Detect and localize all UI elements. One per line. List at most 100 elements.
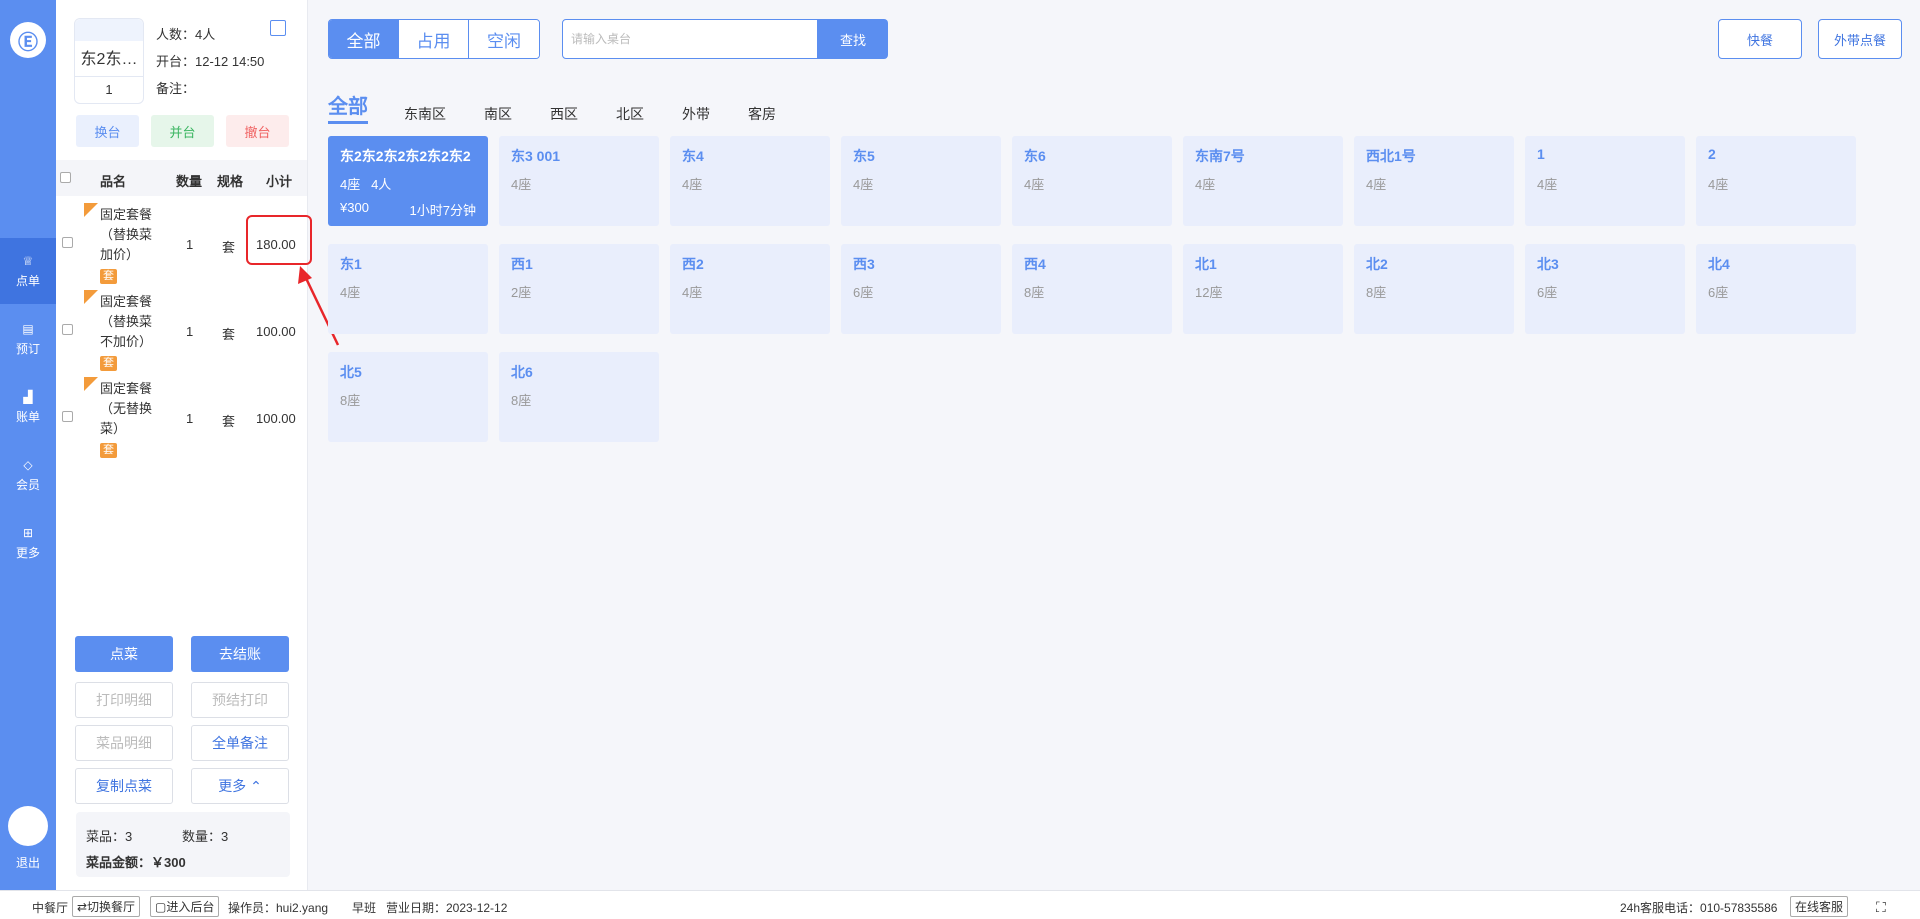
table-seats: 8座: [1024, 285, 1045, 300]
search-button[interactable]: 查找: [818, 19, 888, 59]
table-card[interactable]: 北6 8座: [499, 352, 659, 442]
fast-food-button[interactable]: 快餐: [1718, 19, 1802, 59]
table-card[interactable]: 东6 4座: [1012, 136, 1172, 226]
nav-item-more[interactable]: ⊞ 更多: [0, 510, 56, 576]
operator-info: 操作员：hui2.yang: [228, 901, 329, 915]
table-seats: 4座: [853, 177, 874, 192]
switch-restaurant-button[interactable]: ⇄切换餐厅: [72, 896, 141, 917]
table-card[interactable]: 东5 4座: [841, 136, 1001, 226]
change-table-button[interactable]: 换台: [76, 115, 139, 147]
chef-icon: ♕: [22, 253, 34, 268]
nav-item-order[interactable]: ♕ 点单: [0, 238, 56, 304]
edit-icon[interactable]: [270, 20, 286, 36]
table-card[interactable]: 东1 4座: [328, 244, 488, 334]
people-info: 人数：4人: [156, 27, 216, 42]
search-input[interactable]: 请输入桌台: [562, 19, 818, 59]
table-card[interactable]: 西北1号 4座: [1354, 136, 1514, 226]
book-icon: ▤: [22, 321, 34, 336]
table-card[interactable]: 1 4座: [1525, 136, 1685, 226]
nav-item-reserve[interactable]: ▤ 预订: [0, 306, 56, 372]
nav-label: 账单: [15, 409, 40, 424]
dish-detail-button[interactable]: 菜品明细: [75, 725, 173, 761]
fullscreen-icon[interactable]: ⛶: [1876, 899, 1886, 916]
zone-tab-north[interactable]: 北区: [616, 104, 644, 124]
table-name: 西3: [853, 256, 875, 272]
zone-tab-southeast[interactable]: 东南区: [404, 104, 446, 124]
table-card[interactable]: 西2 4座: [670, 244, 830, 334]
merge-table-button[interactable]: 并台: [151, 115, 214, 147]
dish-amount: 菜品金额：￥300: [86, 855, 186, 870]
package-corner-icon: [84, 203, 98, 217]
order-item-row[interactable]: 固定套餐（替换菜不加价）套 1 套 100.00: [56, 286, 307, 372]
online-service-button[interactable]: 在线客服: [1790, 896, 1849, 917]
table-card[interactable]: 东南7号 4座: [1183, 136, 1343, 226]
table-seats: 4座: [511, 177, 532, 192]
select-all-checkbox[interactable]: [60, 172, 71, 183]
checkout-button[interactable]: 去结账: [191, 636, 289, 672]
table-duration: 1小时7分钟: [409, 203, 476, 218]
order-dish-button[interactable]: 点菜: [75, 636, 173, 672]
cancel-table-button[interactable]: 撤台: [226, 115, 289, 147]
backend-button[interactable]: ▢进入后台: [150, 896, 220, 917]
zone-tab-south[interactable]: 南区: [484, 104, 512, 124]
table-name: 北2: [1366, 256, 1388, 272]
table-seats: 4座: [1708, 177, 1729, 192]
takeout-button[interactable]: 外带点餐: [1818, 19, 1902, 59]
table-card[interactable]: 北4 6座: [1696, 244, 1856, 334]
print-detail-button[interactable]: 打印明细: [75, 682, 173, 718]
filter-free[interactable]: 空闲: [469, 20, 539, 58]
table-seats: 6座: [853, 285, 874, 300]
open-time-info: 开台：12-12 14:50: [156, 54, 265, 69]
zone-tab-west[interactable]: 西区: [550, 104, 578, 124]
package-tag: 套: [100, 356, 117, 371]
package-tag: 套: [100, 443, 117, 458]
filter-occupied[interactable]: 占用: [399, 20, 469, 58]
row-checkbox[interactable]: [62, 324, 73, 335]
row-checkbox[interactable]: [62, 411, 73, 422]
table-card[interactable]: 北2 8座: [1354, 244, 1514, 334]
header-qty: 数量: [176, 174, 203, 189]
table-seats: 6座: [1537, 285, 1558, 300]
table-seats: 6座: [1708, 285, 1729, 300]
exit-button[interactable]: 退出: [0, 854, 56, 871]
table-card[interactable]: 东2东2东2东2东2东2 4座 4人 ¥300 1小时7分钟: [328, 136, 488, 226]
item-name: 固定套餐（替换菜不加价）: [100, 294, 153, 349]
all-note-button[interactable]: 全单备注: [191, 725, 289, 761]
note-info: 备注：: [156, 81, 196, 96]
zone-tab-room[interactable]: 客房: [748, 104, 776, 124]
table-card[interactable]: 西1 2座: [499, 244, 659, 334]
table-card[interactable]: 西4 8座: [1012, 244, 1172, 334]
table-seats: 4座: [1024, 177, 1045, 192]
filter-all[interactable]: 全部: [329, 20, 399, 58]
table-card[interactable]: 2 4座: [1696, 136, 1856, 226]
table-name: 东2东2东2东2东2东2: [340, 148, 471, 164]
more-button[interactable]: 更多 ⌃: [191, 768, 289, 804]
nav-item-bill[interactable]: ▟ 账单: [0, 374, 56, 440]
header-subtotal: 小计: [266, 174, 293, 189]
side-nav: Ⓔ ♕ 点单 ▤ 预订 ▟ 账单 ◇ 会员 ⊞ 更多 退出: [0, 0, 56, 890]
business-date: 营业日期：2023-12-12: [386, 901, 508, 915]
header-unit: 规格: [217, 174, 244, 189]
zone-tab-all[interactable]: 全部: [328, 90, 368, 124]
pre-print-button[interactable]: 预结打印: [191, 682, 289, 718]
avatar[interactable]: [8, 806, 48, 846]
nav-item-member[interactable]: ◇ 会员: [0, 442, 56, 508]
zone-tab-takeout[interactable]: 外带: [682, 104, 710, 124]
table-card[interactable]: 东3 001 4座: [499, 136, 659, 226]
table-seats: 4座: [1195, 177, 1216, 192]
table-seats: 4座: [682, 285, 703, 300]
item-unit: 套: [222, 414, 236, 429]
copy-order-button[interactable]: 复制点菜: [75, 768, 173, 804]
table-card[interactable]: 北1 12座: [1183, 244, 1343, 334]
table-card[interactable]: 东4 4座: [670, 136, 830, 226]
table-seats: 4座: [682, 177, 703, 192]
order-item-row[interactable]: 固定套餐（无替换菜） 套 1 套 100.00: [56, 373, 307, 459]
table-card[interactable]: 西3 6座: [841, 244, 1001, 334]
table-card[interactable]: 北5 8座: [328, 352, 488, 442]
row-checkbox[interactable]: [62, 237, 73, 248]
restaurant-name: 中餐厅: [32, 901, 69, 915]
table-name: 东5: [853, 148, 875, 164]
nav-label: 会员: [15, 477, 40, 492]
table-card[interactable]: 北3 6座: [1525, 244, 1685, 334]
table-name: 西2: [682, 256, 704, 272]
